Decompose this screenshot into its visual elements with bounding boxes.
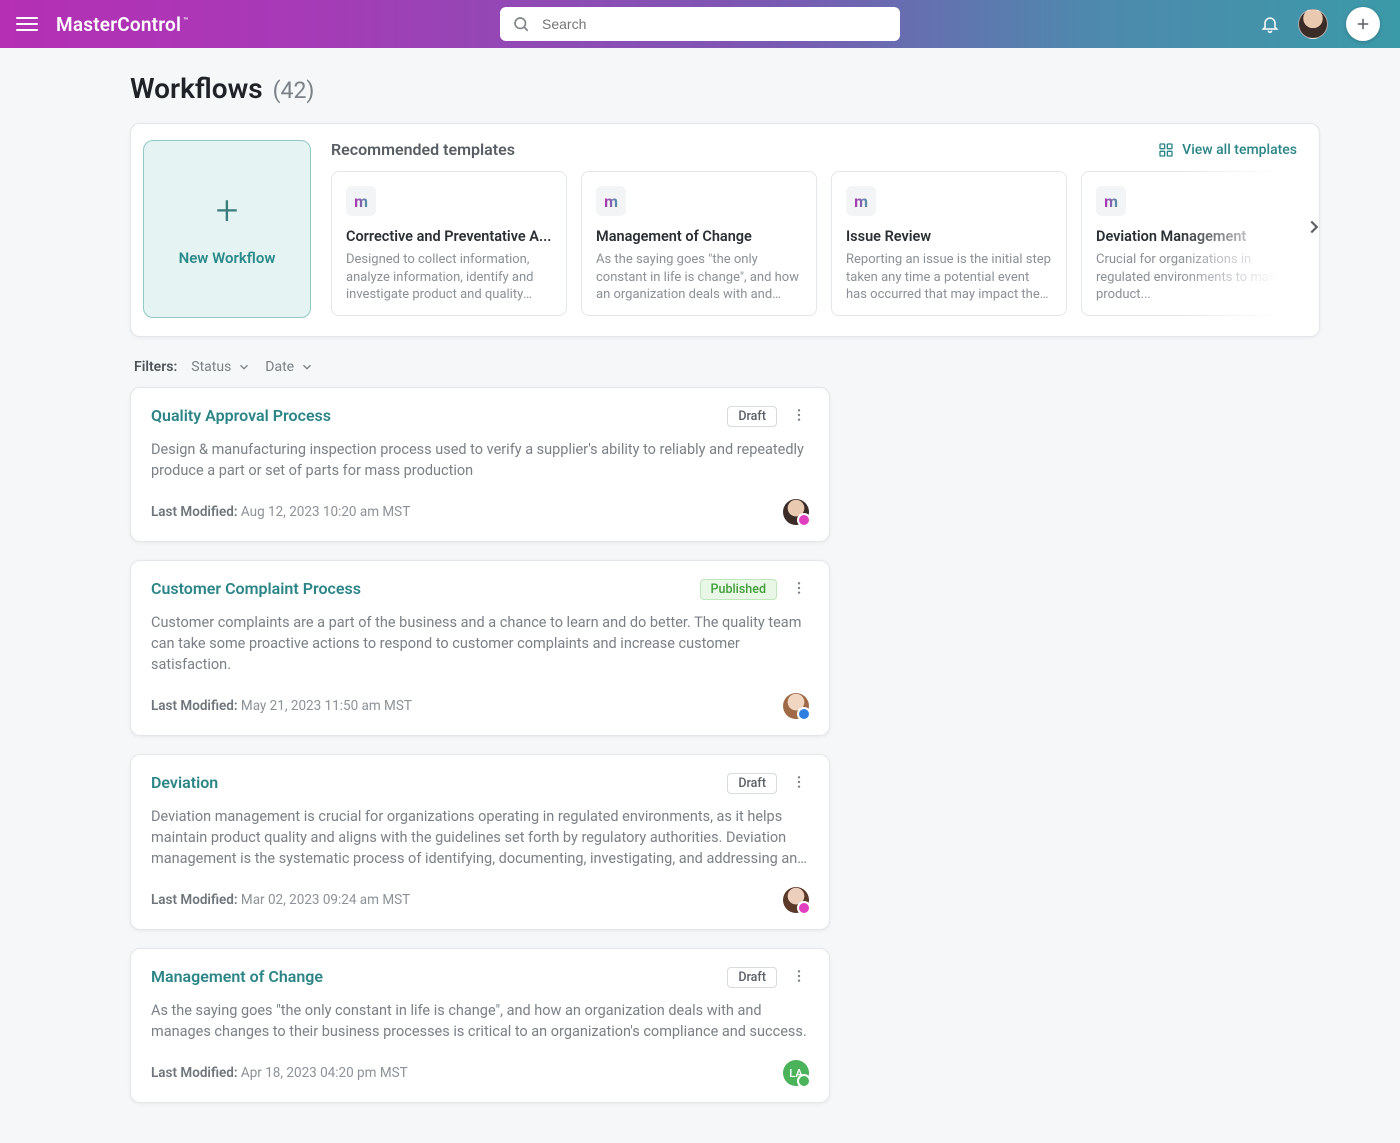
filter-label: Date: [265, 359, 294, 375]
filter-label: Status: [191, 359, 231, 375]
template-card[interactable]: m Issue Review Reporting an issue is the…: [831, 171, 1067, 316]
template-desc: Crucial for organizations in regulated e…: [1096, 251, 1302, 303]
app-header: MasterControl™: [0, 0, 1400, 48]
plus-icon: [1354, 15, 1372, 33]
brand-logo: MasterControl™: [56, 13, 188, 36]
kebab-icon: [791, 774, 807, 790]
search-icon: [512, 15, 530, 33]
workflow-owner-avatar[interactable]: [783, 499, 809, 525]
search-input[interactable]: [500, 7, 900, 41]
template-title: Management of Change: [596, 228, 802, 245]
menu-icon[interactable]: [16, 13, 38, 35]
template-logo-icon: m: [346, 186, 376, 216]
workflow-last-modified: Last Modified: May 21, 2023 11:50 am MST: [151, 698, 412, 714]
new-workflow-label: New Workflow: [179, 249, 276, 267]
page-count: (42): [273, 77, 315, 104]
new-workflow-button[interactable]: + New Workflow: [143, 140, 311, 318]
workflow-desc: Design & manufacturing inspection proces…: [151, 439, 809, 481]
kebab-icon: [791, 968, 807, 984]
grid-icon: [1158, 142, 1174, 158]
user-avatar[interactable]: [1298, 9, 1328, 39]
create-button[interactable]: [1346, 7, 1380, 41]
workflow-last-modified: Last Modified: Apr 18, 2023 04:20 pm MST: [151, 1065, 408, 1081]
chevron-down-icon: [237, 360, 251, 374]
template-title: Corrective and Preventative A...: [346, 228, 552, 245]
filters-label: Filters:: [134, 359, 177, 375]
workflow-last-modified: Last Modified: Mar 02, 2023 09:24 am MST: [151, 892, 410, 908]
workflow-title[interactable]: Deviation: [151, 773, 218, 792]
template-card[interactable]: m Deviation Management Crucial for organ…: [1081, 171, 1317, 316]
workflow-owner-avatar[interactable]: [783, 693, 809, 719]
workflow-owner-avatar[interactable]: [783, 887, 809, 913]
status-badge: Draft: [727, 967, 777, 988]
page-title-row: Workflows (42): [130, 72, 1320, 105]
search-field[interactable]: [540, 15, 888, 33]
view-all-templates-link[interactable]: View all templates: [1158, 142, 1297, 158]
workflow-title[interactable]: Management of Change: [151, 967, 323, 986]
kebab-icon: [791, 407, 807, 423]
template-title: Issue Review: [846, 228, 1052, 245]
workflow-menu-button[interactable]: [789, 774, 809, 794]
workflow-desc: Customer complaints are a part of the bu…: [151, 612, 809, 675]
chevron-down-icon: [300, 360, 314, 374]
workflow-menu-button[interactable]: [789, 968, 809, 988]
template-title: Deviation Management: [1096, 228, 1302, 245]
page-title: Workflows: [130, 72, 263, 105]
kebab-icon: [791, 580, 807, 596]
workflow-card[interactable]: Quality Approval Process Draft Design & …: [130, 387, 830, 542]
carousel-next-button[interactable]: [1299, 212, 1320, 242]
status-badge: Published: [700, 579, 777, 600]
workflow-menu-button[interactable]: [789, 580, 809, 600]
template-desc: Reporting an issue is the initial step t…: [846, 251, 1052, 303]
template-logo-icon: m: [596, 186, 626, 216]
template-card[interactable]: m Corrective and Preventative A... Desig…: [331, 171, 567, 316]
workflow-title[interactable]: Customer Complaint Process: [151, 579, 361, 598]
workflow-desc: As the saying goes "the only constant in…: [151, 1000, 809, 1042]
workflow-card[interactable]: Management of Change Draft As the saying…: [130, 948, 830, 1103]
view-all-label: View all templates: [1182, 142, 1297, 158]
workflow-owner-avatar[interactable]: LA: [783, 1060, 809, 1086]
workflow-desc: Deviation management is crucial for orga…: [151, 806, 809, 869]
workflow-title[interactable]: Quality Approval Process: [151, 406, 331, 425]
notifications-icon[interactable]: [1260, 14, 1280, 34]
template-logo-icon: m: [1096, 186, 1126, 216]
workflow-card[interactable]: Deviation Draft Deviation management is …: [130, 754, 830, 930]
plus-icon: +: [216, 191, 239, 231]
template-card[interactable]: m Management of Change As the saying goe…: [581, 171, 817, 316]
chevron-right-icon: [1303, 216, 1320, 238]
workflow-card[interactable]: Customer Complaint Process Published Cus…: [130, 560, 830, 736]
workflow-list: Quality Approval Process Draft Design & …: [130, 387, 830, 1103]
template-logo-icon: m: [846, 186, 876, 216]
workflow-menu-button[interactable]: [789, 407, 809, 427]
filter-status[interactable]: Status: [191, 359, 251, 375]
template-carousel: m Corrective and Preventative A... Desig…: [331, 171, 1301, 316]
template-desc: Designed to collect information, analyze…: [346, 251, 552, 303]
filter-date[interactable]: Date: [265, 359, 314, 375]
recommended-panel: + New Workflow Recommended templates Vie…: [130, 123, 1320, 337]
filters-row: Filters: Status Date: [134, 359, 1316, 375]
status-badge: Draft: [727, 406, 777, 427]
template-desc: As the saying goes "the only constant in…: [596, 251, 802, 303]
workflow-last-modified: Last Modified: Aug 12, 2023 10:20 am MST: [151, 504, 410, 520]
recommended-heading: Recommended templates: [331, 140, 515, 159]
status-badge: Draft: [727, 773, 777, 794]
